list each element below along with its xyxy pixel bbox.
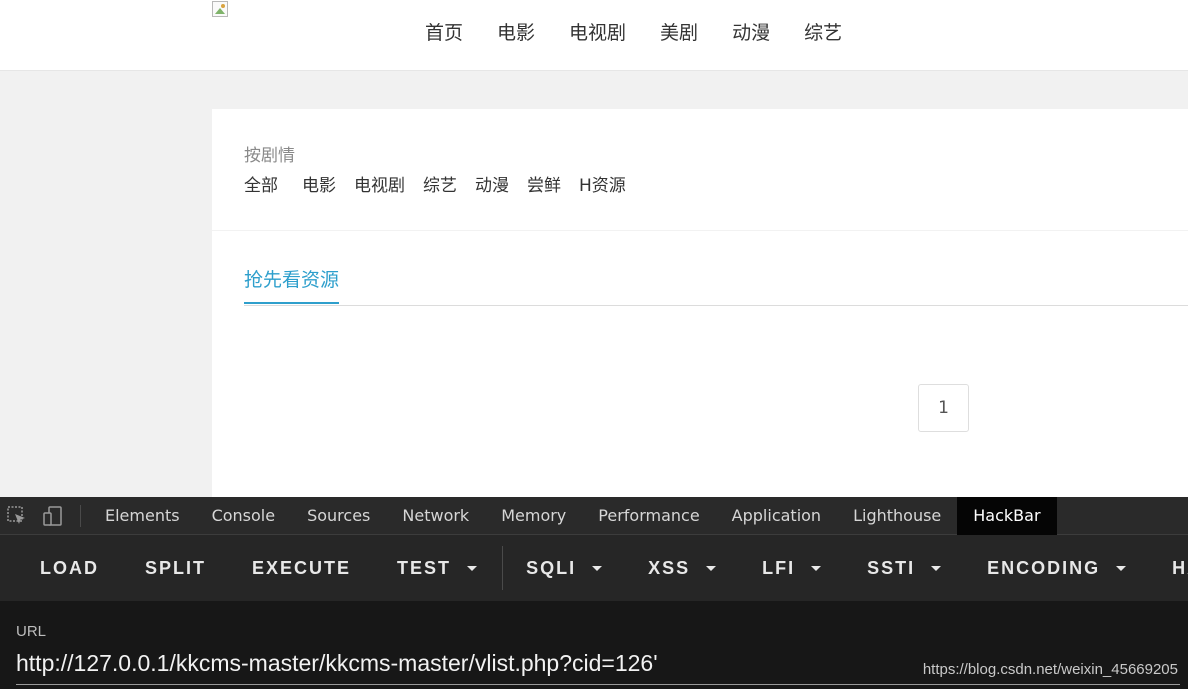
device-toolbar-icon[interactable] [42, 505, 64, 527]
tab-performance[interactable]: Performance [582, 497, 715, 535]
tab-memory[interactable]: Memory [485, 497, 582, 535]
devtools-tabs: Elements Console Sources Network Memory … [89, 497, 1057, 535]
section-tab-preview-resources[interactable]: 抢先看资源 [244, 265, 340, 304]
section-underline [244, 305, 1188, 306]
load-label: LOAD [40, 557, 99, 578]
content-panel: 按剧情 全部 电影 电视剧 综艺 动漫 尝鲜 H资源 抢先看资源 1 [212, 109, 1188, 497]
hashing-dropdown[interactable]: HASHING [1149, 558, 1188, 579]
filter-link-tv-series[interactable]: 电视剧 [354, 171, 405, 196]
tab-console[interactable]: Console [196, 497, 292, 535]
filter-link-movies[interactable]: 电影 [302, 171, 336, 196]
xss-dropdown[interactable]: XSS [625, 558, 739, 579]
caret-down-icon [931, 565, 942, 571]
divider [212, 230, 1188, 231]
nav-item-home[interactable]: 首页 [408, 18, 480, 48]
split-label: SPLIT [145, 557, 207, 578]
tab-lighthouse[interactable]: Lighthouse [837, 497, 957, 535]
sqli-label: SQLI [526, 557, 577, 578]
nav-item-anime[interactable]: 动漫 [715, 18, 787, 48]
ssti-dropdown[interactable]: SSTI [844, 558, 964, 579]
url-label: URL [16, 623, 47, 640]
inspect-element-icon[interactable] [6, 505, 28, 527]
encoding-dropdown[interactable]: ENCODING [964, 558, 1149, 579]
nav-item-variety[interactable]: 综艺 [787, 18, 859, 48]
lfi-label: LFI [762, 557, 796, 578]
caret-down-icon [467, 565, 478, 571]
encoding-label: ENCODING [987, 557, 1101, 578]
caret-down-icon [1116, 565, 1127, 571]
pagination-page-1[interactable]: 1 [918, 384, 969, 432]
execute-button[interactable]: EXECUTE [229, 558, 374, 579]
filter-link-h-resources[interactable]: H资源 [579, 171, 626, 196]
site-header: 首页 电影 电视剧 美剧 动漫 综艺 [0, 0, 1188, 71]
sqli-dropdown[interactable]: SQLI [503, 558, 625, 579]
filter-link-preview[interactable]: 尝鲜 [527, 171, 561, 196]
tab-hackbar[interactable]: HackBar [957, 497, 1057, 535]
main-nav: 首页 电影 电视剧 美剧 动漫 综艺 [408, 18, 859, 48]
nav-item-movies[interactable]: 电影 [480, 18, 552, 48]
nav-item-tv-series[interactable]: 电视剧 [552, 18, 643, 48]
xss-label: XSS [648, 557, 691, 578]
hackbar-url-area: URL https://blog.csdn.net/weixin_4566920… [0, 601, 1188, 689]
caret-down-icon [706, 565, 717, 571]
broken-image-icon[interactable] [212, 1, 232, 19]
filter-link-anime[interactable]: 动漫 [475, 171, 509, 196]
execute-label: EXECUTE [252, 557, 352, 578]
filter-link-all[interactable]: 全部 [244, 171, 278, 196]
test-dropdown[interactable]: TEST [374, 558, 500, 579]
tab-sources[interactable]: Sources [291, 497, 386, 535]
watermark: https://blog.csdn.net/weixin_45669205 [922, 661, 1178, 678]
split-button[interactable]: SPLIT [122, 558, 229, 579]
hashing-label: HASHING [1172, 557, 1188, 578]
filter-title: 按剧情 [244, 146, 295, 166]
lfi-dropdown[interactable]: LFI [739, 558, 844, 579]
devtools-tab-bar: Elements Console Sources Network Memory … [0, 497, 1188, 535]
load-button[interactable]: LOAD [17, 558, 122, 579]
hackbar-toolbar: LOAD SPLIT EXECUTE TEST SQLI XSS LFI SST… [0, 535, 1188, 601]
tab-application[interactable]: Application [716, 497, 837, 535]
nav-item-us-series[interactable]: 美剧 [643, 18, 715, 48]
caret-down-icon [592, 565, 603, 571]
test-label: TEST [397, 557, 452, 578]
ssti-label: SSTI [867, 557, 916, 578]
filter-link-variety[interactable]: 综艺 [423, 171, 457, 196]
toolbar-separator [80, 505, 81, 527]
tab-network[interactable]: Network [386, 497, 485, 535]
filter-links: 全部 电影 电视剧 综艺 动漫 尝鲜 H资源 [244, 171, 644, 196]
caret-down-icon [811, 565, 822, 571]
tab-elements[interactable]: Elements [89, 497, 196, 535]
